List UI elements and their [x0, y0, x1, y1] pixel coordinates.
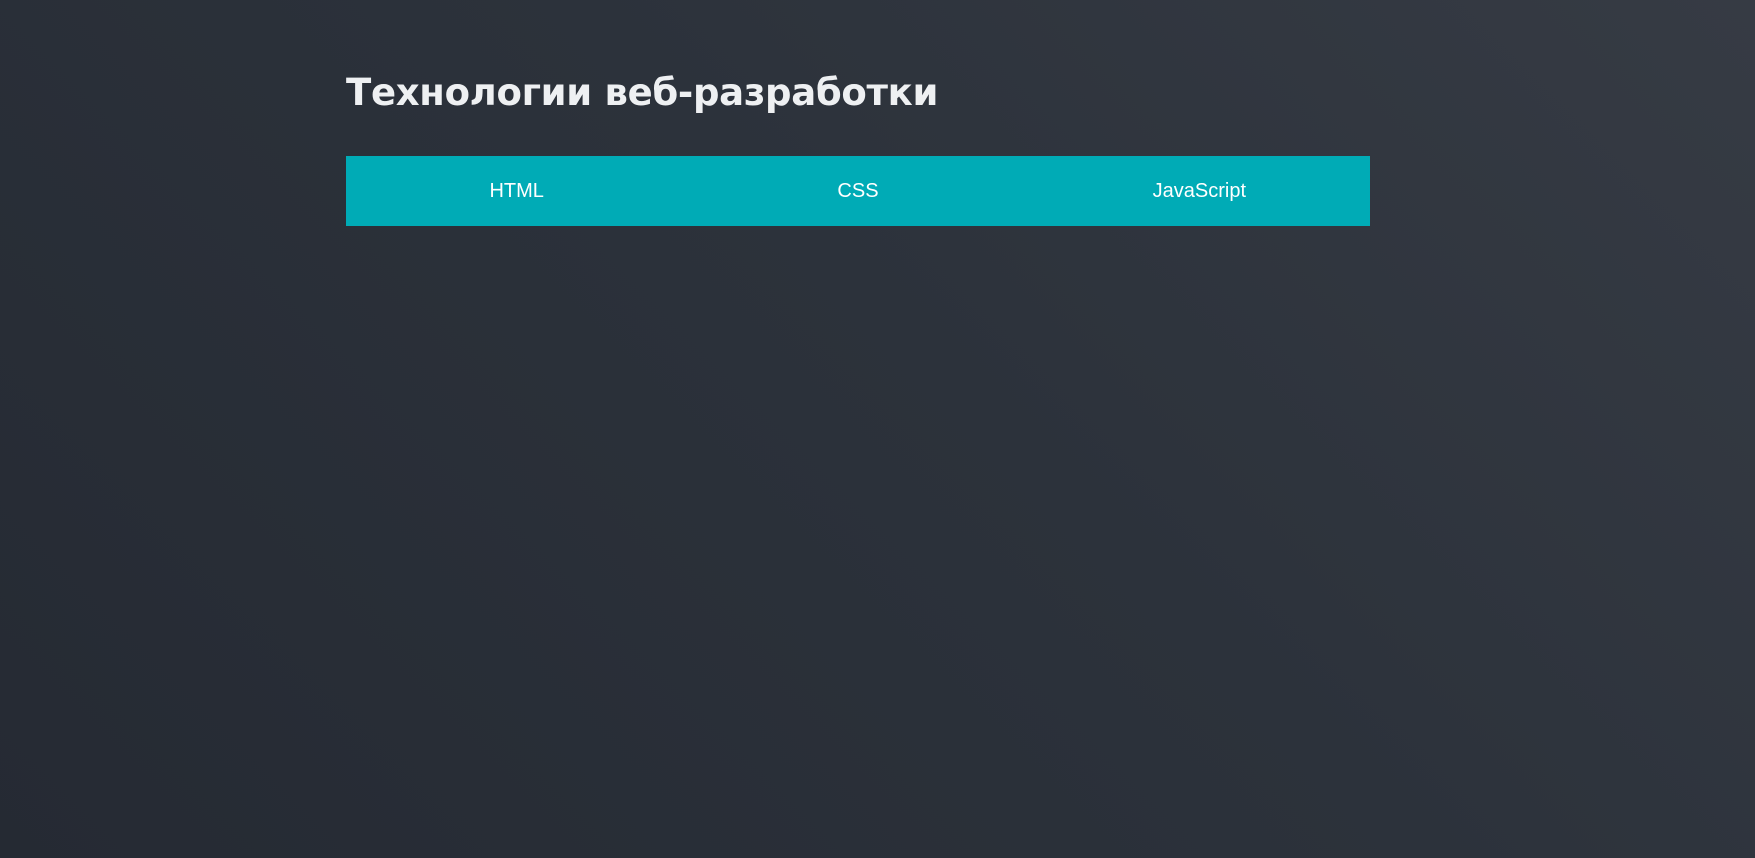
tab-html[interactable]: HTML	[346, 156, 687, 226]
main-container: Технологии веб-разработки HTML CSS JavaS…	[346, 0, 1370, 226]
tab-bar: HTML CSS JavaScript	[346, 156, 1370, 226]
tab-javascript[interactable]: JavaScript	[1029, 156, 1370, 226]
tab-css[interactable]: CSS	[687, 156, 1028, 226]
page-title: Технологии веб-разработки	[346, 71, 939, 114]
